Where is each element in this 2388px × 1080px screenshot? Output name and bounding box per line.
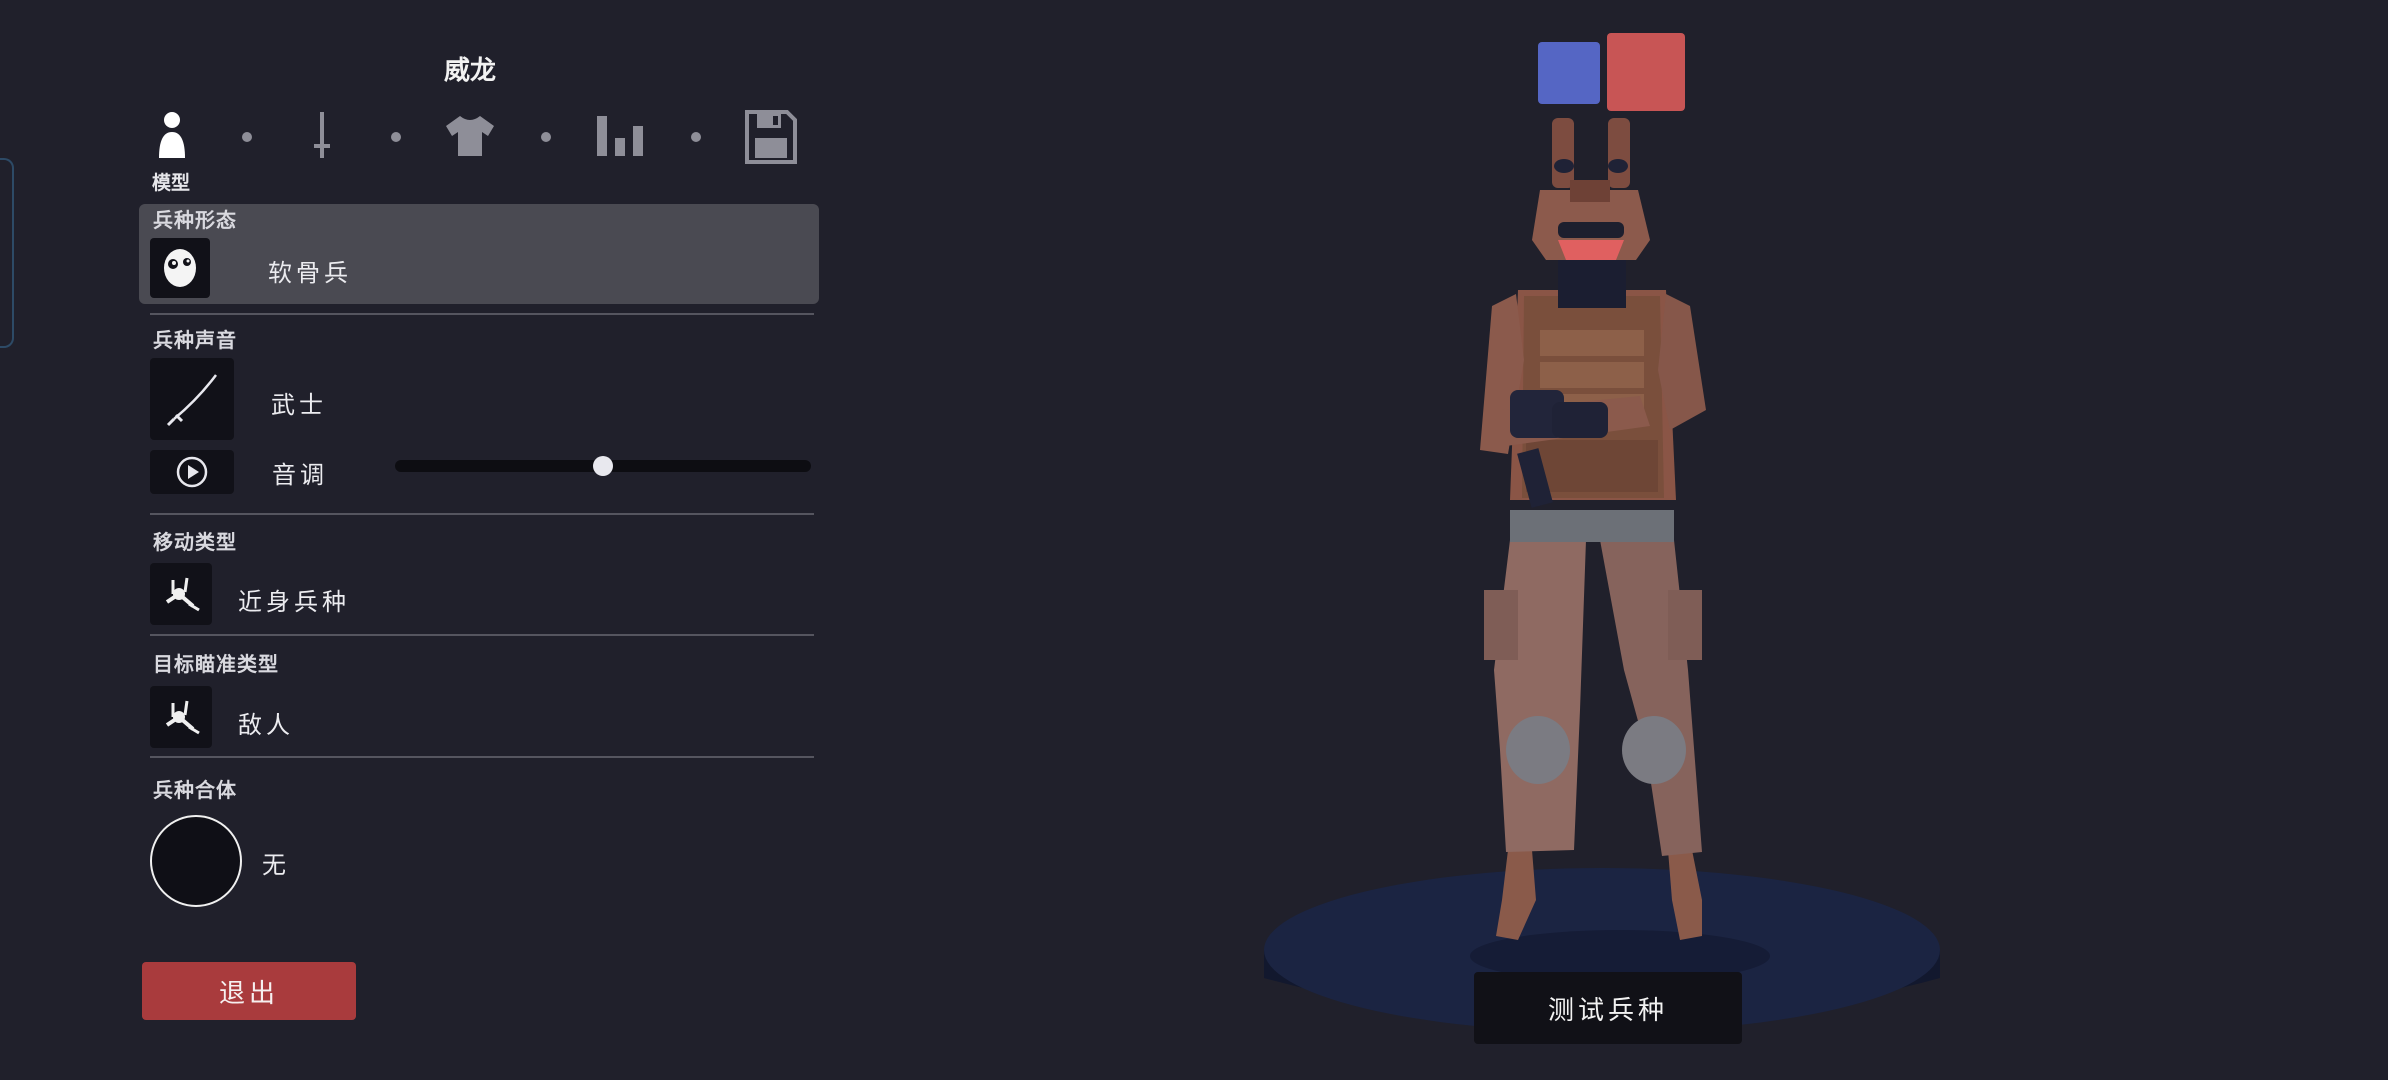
- melee-icon: [165, 700, 200, 735]
- targeting-type-icon-box[interactable]: [150, 686, 212, 748]
- exit-button[interactable]: 退出: [142, 962, 356, 1020]
- voice-select-button[interactable]: [150, 358, 234, 440]
- sword-icon: [314, 112, 330, 158]
- tab-separator-dot: [691, 132, 701, 142]
- tab-separator-dot: [541, 132, 551, 142]
- pitch-label: 音调: [272, 461, 328, 489]
- tab-stats[interactable]: [595, 114, 647, 162]
- team-red-swatch[interactable]: [1607, 33, 1685, 111]
- movement-type-label: 移动类型: [153, 530, 237, 554]
- unit-combine-slot[interactable]: [150, 815, 242, 907]
- active-tab-label: 模型: [152, 172, 191, 194]
- unit-form-icon-box: [150, 238, 210, 298]
- unit-combine-label: 兵种合体: [153, 778, 237, 802]
- targeting-type-value: 敌人: [238, 711, 294, 739]
- movement-type-value: 近身兵种: [238, 588, 350, 616]
- tab-separator-dot: [242, 132, 252, 142]
- unit-voice-value: 武士: [271, 391, 327, 419]
- divider: [150, 756, 814, 758]
- play-icon: [176, 456, 208, 488]
- unit-form-row[interactable]: [139, 204, 819, 304]
- stats-icon: [597, 116, 643, 156]
- skull-face-icon: [164, 249, 196, 287]
- pitch-slider[interactable]: [395, 456, 811, 476]
- side-panel-tab[interactable]: [0, 158, 14, 348]
- melee-icon: [165, 577, 200, 612]
- divider: [150, 634, 814, 636]
- unit-form-value: 软骨兵: [268, 259, 352, 287]
- tab-separator-dot: [391, 132, 401, 142]
- test-unit-button[interactable]: 测试兵种: [1474, 972, 1742, 1044]
- shirt-icon: [446, 116, 494, 156]
- tab-save[interactable]: [745, 110, 797, 168]
- targeting-type-label: 目标瞄准类型: [153, 652, 279, 676]
- save-icon: [745, 110, 797, 164]
- unit-creator-screen: 威龙 模型 兵种形态 软骨兵 兵种声音 武士 音调 移动类型 近身兵种 目标瞄准…: [0, 0, 2388, 1080]
- team-blue-swatch[interactable]: [1538, 42, 1600, 104]
- tab-model[interactable]: [157, 110, 187, 164]
- movement-type-icon-box[interactable]: [150, 563, 212, 625]
- unit-model-soldier[interactable]: [1440, 110, 1740, 950]
- person-icon: [159, 112, 185, 158]
- divider: [150, 513, 814, 515]
- katana-icon: [166, 374, 217, 427]
- pitch-slider-handle[interactable]: [593, 456, 613, 476]
- unit-voice-label: 兵种声音: [153, 328, 237, 352]
- unit-combine-value: 无: [262, 851, 290, 879]
- tab-clothing[interactable]: [444, 114, 496, 162]
- unit-name-title[interactable]: 威龙: [370, 50, 570, 87]
- divider: [150, 313, 814, 315]
- unit-form-label: 兵种形态: [153, 208, 237, 232]
- play-voice-button[interactable]: [150, 450, 234, 494]
- tab-weapons[interactable]: [310, 110, 334, 166]
